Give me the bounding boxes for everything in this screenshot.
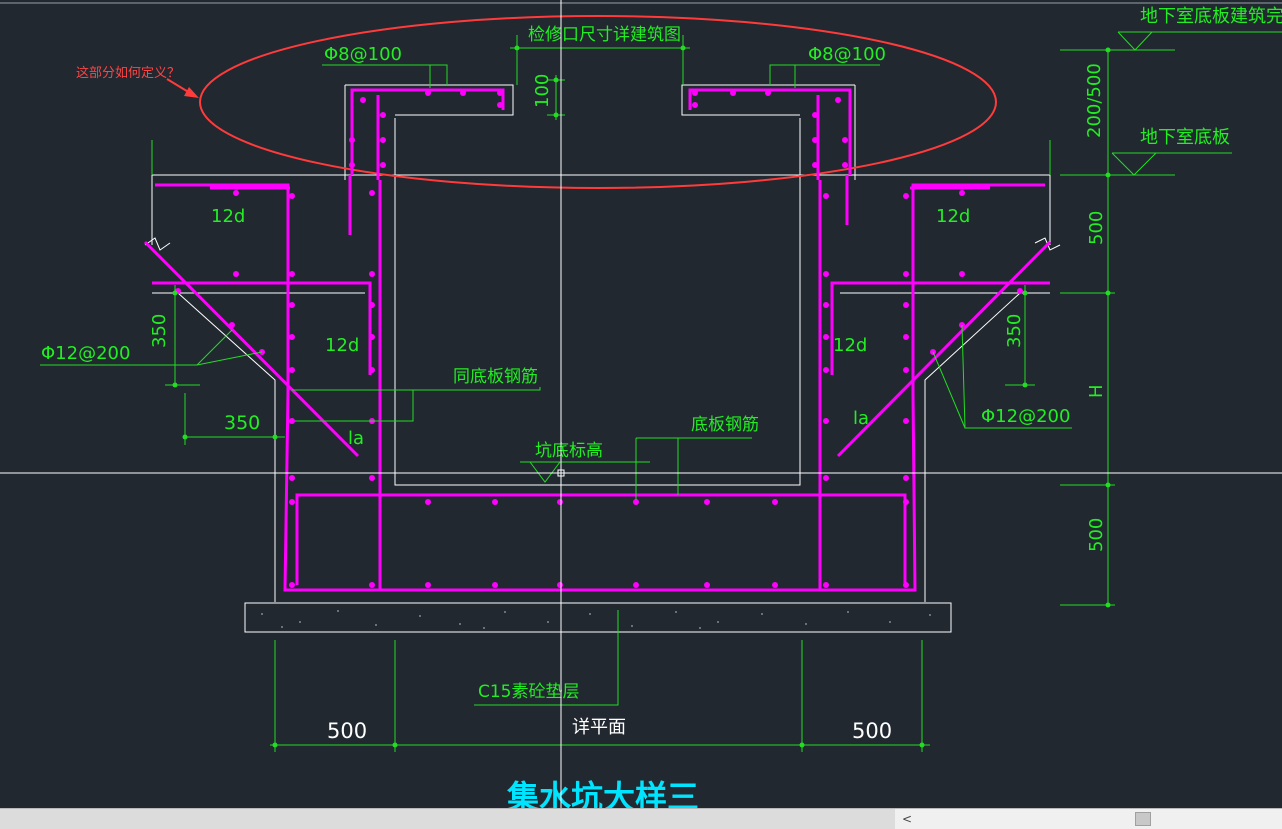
drawing-canvas[interactable]: 这部分如何定义？ 检修口尺寸详建筑图 Φ8@100 Φ8@100 100 200…: [0, 0, 1282, 808]
label-cushion: C15素砼垫层: [478, 682, 580, 702]
concrete-outline: [144, 84, 1061, 602]
annotation-text: 这部分如何定义？: [76, 65, 180, 81]
label-level-top: 地下室底板建筑完: [1140, 6, 1282, 27]
rebar-lines: [143, 88, 1052, 592]
scroll-left-arrow-icon[interactable]: <: [899, 811, 915, 827]
label-12d-mid-right: 12d: [833, 335, 867, 356]
cushion-hatch: [261, 610, 931, 629]
label-12d-top-right: 12d: [936, 206, 970, 227]
scrollbar-thumb[interactable]: [1135, 812, 1151, 826]
label-350-right-vertical: 350: [1004, 314, 1025, 348]
label-la-left: la: [348, 428, 364, 449]
dimension-labels: 检修口尺寸详建筑图 Φ8@100 Φ8@100 100 200/500 地下室底…: [41, 6, 1282, 702]
annotation-arrow-head: [184, 87, 199, 98]
label-slab-rebar: 底板钢筋: [691, 415, 759, 435]
cushion-layer: [244, 602, 952, 633]
cad-viewport[interactable]: 这部分如何定义？ 检修口尺寸详建筑图 Φ8@100 Φ8@100 100 200…: [0, 0, 1282, 829]
label-rebar-slope-right: Φ12@200: [981, 406, 1070, 427]
label-500-bottom-left: 500: [327, 719, 367, 743]
rebar-dots: [175, 90, 1023, 588]
scrollbar-left-region: [0, 809, 895, 829]
label-dim-H: H: [1086, 384, 1107, 398]
drawing-title: 集水坑大样三: [506, 778, 699, 808]
white-labels: 500 500 详平面: [327, 717, 892, 743]
label-12d-mid-left: 12d: [325, 335, 359, 356]
label-12d-top-left: 12d: [211, 206, 245, 227]
label-see-plan: 详平面: [572, 717, 626, 738]
label-dim-100: 100: [532, 74, 553, 108]
label-level-slab: 地下室底板: [1140, 127, 1230, 148]
label-dim-500-bottom: 500: [1086, 518, 1107, 552]
label-same-slab-rebar: 同底板钢筋: [453, 367, 538, 387]
label-rebar-slope-left: Φ12@200: [41, 343, 130, 364]
label-350-left-horizontal: 350: [224, 412, 260, 434]
dimension-ticks: [172, 45, 1111, 748]
label-dim-500-top: 500: [1086, 211, 1107, 245]
label-rebar-top-right: Φ8@100: [808, 44, 886, 65]
label-la-right: la: [853, 408, 869, 429]
horizontal-scrollbar[interactable]: <: [0, 808, 1282, 829]
label-pit-bottom-level: 坑底标高: [535, 441, 603, 461]
label-dim-200-500: 200/500: [1084, 63, 1105, 138]
label-rebar-top-left: Φ8@100: [324, 44, 402, 65]
label-500-bottom-right: 500: [852, 719, 892, 743]
label-350-left-vertical: 350: [149, 314, 170, 348]
label-inspection-opening: 检修口尺寸详建筑图: [528, 25, 681, 45]
